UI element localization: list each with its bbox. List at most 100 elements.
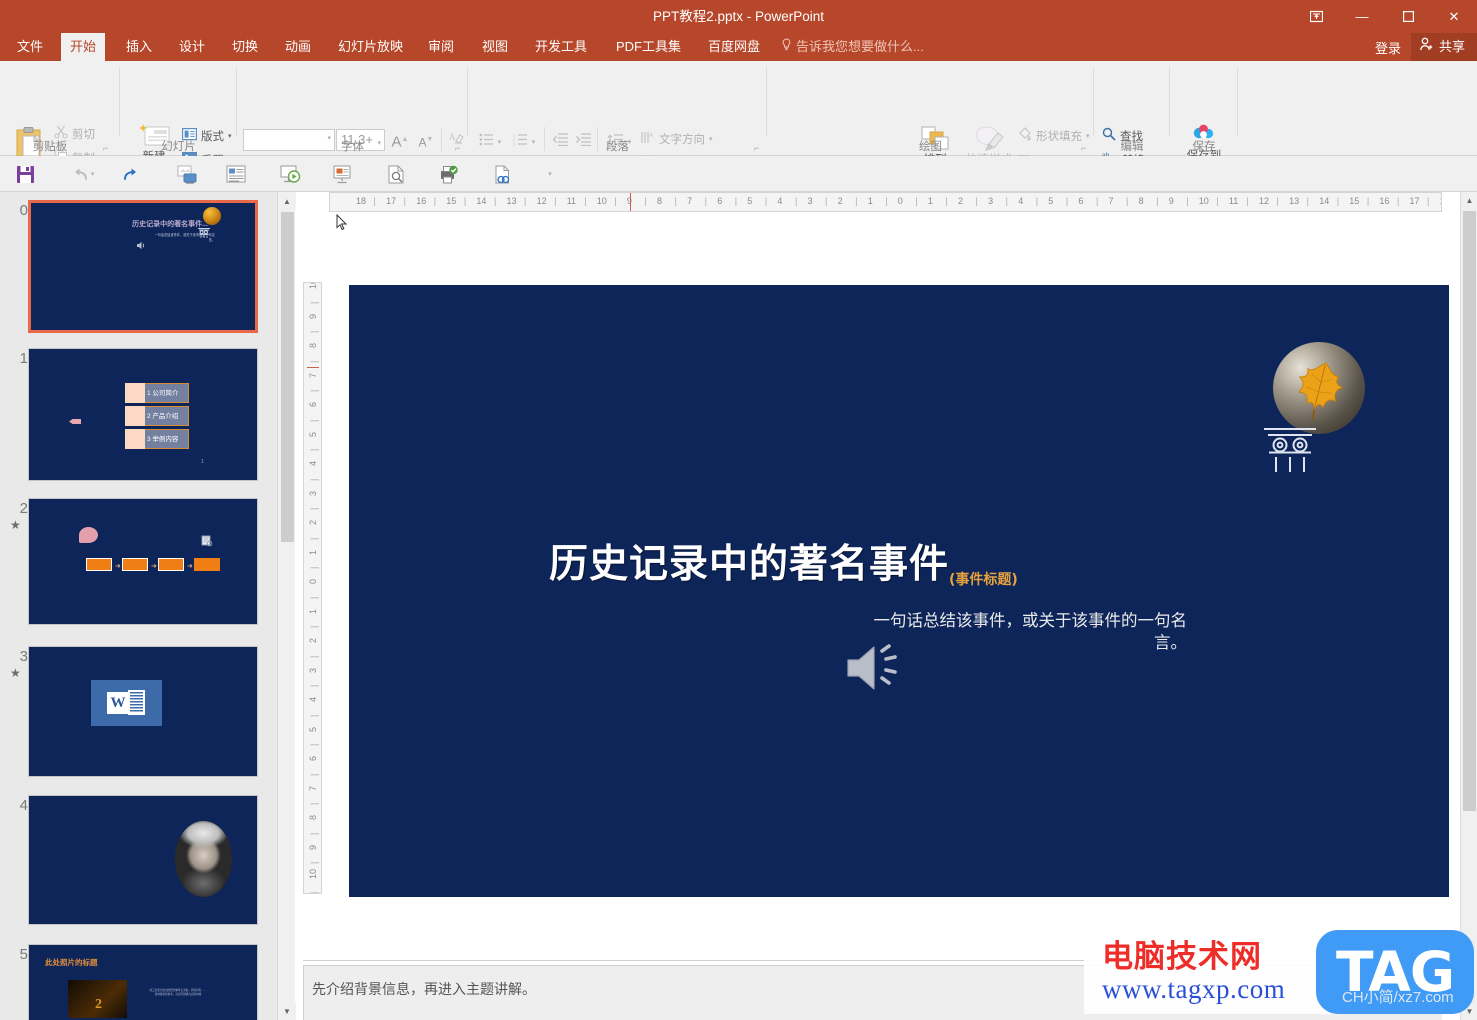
redo-icon[interactable]: [118, 162, 142, 186]
outline-view-icon[interactable]: [224, 162, 248, 186]
ruler-tick-label: 8: [308, 342, 318, 348]
slide-title-text[interactable]: 历史记录中的著名事件(事件标题): [549, 533, 1109, 589]
clipboard-dialog-launcher[interactable]: ⌐: [103, 144, 112, 153]
font-dialog-launcher[interactable]: ⌐: [455, 144, 464, 153]
tab-design[interactable]: 设计: [170, 33, 214, 61]
ruler-tick-label: 2: [837, 196, 843, 206]
paragraph-dialog-launcher[interactable]: ⌐: [754, 144, 763, 153]
ruler-tick-mark: |: [915, 196, 918, 206]
ruler-tick-label: 6: [308, 401, 318, 407]
thumb-title: 此处照片的标题: [45, 958, 98, 967]
ruler-tick-label: 3: [807, 196, 813, 206]
slide-preview[interactable]: W: [28, 646, 258, 777]
scroll-up-icon[interactable]: ▲: [1461, 192, 1477, 209]
tab-insert[interactable]: 插入: [117, 33, 161, 61]
ruler-tick-label: 0: [308, 578, 318, 584]
tab-animations[interactable]: 动画: [276, 33, 320, 61]
thumb-speaker-icon: [136, 240, 147, 254]
group-label-slides: 幻灯片: [161, 141, 196, 153]
title-bar: PPT教程2.pptx - PowerPoint — ✕: [0, 0, 1477, 33]
minimize-button[interactable]: —: [1339, 0, 1385, 33]
ruler-tick-mark: |: [1216, 196, 1219, 206]
hyperlink-document-icon[interactable]: [490, 162, 514, 186]
slideshow-from-start-icon[interactable]: [278, 162, 302, 186]
slide-title-note: (事件标题): [949, 572, 1018, 588]
share-label: 共享: [1438, 39, 1465, 54]
share-button[interactable]: 共享: [1410, 33, 1477, 61]
ruler-tick-mark: |: [1306, 196, 1309, 206]
present-slideshow-icon[interactable]: [330, 162, 354, 186]
share-person-icon: [1419, 33, 1434, 61]
scrollbar-thumb[interactable]: [281, 212, 294, 542]
print-check-icon[interactable]: [436, 162, 460, 186]
ruler-tick-label: 3: [308, 490, 318, 496]
tab-transitions[interactable]: 切换: [223, 33, 267, 61]
group-clipboard: 粘贴 ▾ 剪切 复制 ▾ 格式刷 剪: [0, 61, 120, 189]
slide-thumbnail-pane[interactable]: 0 历史记录中的著名事件... 一句话总结该事件，或关于该事件的一句名言。 1 …: [0, 192, 295, 1020]
ribbon-home: 粘贴 ▾ 剪切 复制 ▾ 格式刷 剪: [0, 61, 1477, 195]
tell-me-box[interactable]: 告诉我您想要做什么...: [772, 33, 933, 61]
tab-slideshow[interactable]: 幻灯片放映: [329, 33, 412, 61]
thumb-portrait-photo: [175, 821, 232, 897]
notes-text[interactable]: 先介绍背景信息，再进入主题讲解。: [312, 979, 536, 999]
ruler-tick-mark: |: [554, 196, 557, 206]
slide-preview[interactable]: 1 公司简介 2 产品介绍 3 举例内容 1: [28, 348, 258, 481]
ruler-tick-mark: |: [1396, 196, 1400, 206]
ionic-column-icon[interactable]: [1261, 425, 1319, 476]
ruler-tick-mark: |: [309, 448, 319, 452]
lightbulb-icon: [781, 33, 792, 61]
scroll-down-icon[interactable]: ▼: [278, 1002, 296, 1020]
ruler-tick-label: 1: [867, 196, 873, 206]
ruler-tick-label: 16: [1379, 196, 1390, 206]
ruler-tick-label: 7: [687, 196, 693, 206]
save-icon[interactable]: [13, 162, 37, 186]
ruler-tick-mark: |: [309, 743, 319, 747]
thumbnail-scrollbar[interactable]: ▲ ▼: [277, 192, 296, 1020]
group-label-drawing: 绘图: [919, 141, 942, 153]
slide-preview[interactable]: [28, 795, 258, 925]
tab-baidu-netdisk[interactable]: 百度网盘: [699, 33, 769, 61]
main-vertical-scrollbar[interactable]: ▲ ▼: [1460, 192, 1477, 1020]
maximize-button[interactable]: [1385, 0, 1431, 33]
sign-in-link[interactable]: 登录: [1365, 38, 1411, 57]
undo-chevron-down-icon[interactable]: ▾: [91, 170, 95, 178]
ruler-tick-mark: |: [1186, 196, 1189, 206]
ruler-tick-label: 8: [657, 196, 663, 206]
close-button[interactable]: ✕: [1431, 0, 1477, 33]
thumb-item-3: 3 举例内容: [147, 436, 179, 443]
ruler-tick-mark: |: [855, 196, 858, 206]
ruler-tick-label: 13: [506, 196, 517, 206]
start-from-current-slide-icon[interactable]: [175, 162, 199, 186]
watermark-site-name: 电脑技术网: [1102, 939, 1262, 975]
ruler-tick-mark: |: [644, 196, 647, 206]
ruler-tick-label: 11: [566, 196, 577, 206]
tab-file[interactable]: 文件: [8, 33, 52, 61]
group-paragraph: ▾ 123 ▾ ▾ A 文字方向 ▾ 段落 ⌐: [468, 61, 767, 194]
ruler-tick-mark: |: [1427, 196, 1430, 206]
slide-preview[interactable]: ➜ ➜ ➜: [28, 498, 258, 625]
slide-editing-canvas[interactable]: 历史记录中的著名事件(事件标题) 一句话总结该事件，或关于该事件的一句名言。: [349, 285, 1449, 897]
ruler-tick-mark: |: [309, 537, 319, 540]
slide-subtitle-text[interactable]: 一句话总结该事件，或关于该事件的一句名言。: [859, 610, 1188, 654]
ruler-tick-mark: |: [1336, 196, 1340, 206]
ruler-tick-mark: |: [1366, 196, 1370, 206]
ruler-tick-label: 10: [1198, 196, 1209, 206]
ribbon-display-options-icon[interactable]: [1293, 0, 1339, 33]
print-preview-icon[interactable]: [384, 162, 408, 186]
tab-view[interactable]: 视图: [473, 33, 517, 61]
ruler-tick-label: 2: [308, 637, 318, 643]
slide-preview[interactable]: 历史记录中的著名事件... 一句话总结该事件，或关于该事件的一句名言。: [28, 200, 258, 333]
scrollbar-thumb[interactable]: [1463, 211, 1476, 811]
leaf-photo[interactable]: [1273, 342, 1365, 434]
slide-preview[interactable]: 此处照片的标题 2 前三名皆为杰出的历史事件记录者，同时具有…… 该内容仅供参考，…: [28, 944, 258, 1020]
tab-review[interactable]: 审阅: [419, 33, 463, 61]
drawing-dialog-launcher[interactable]: ⌐: [1081, 144, 1090, 153]
customize-qat-chevron-down-icon[interactable]: ▾: [548, 170, 552, 178]
ruler-tick-label: 6: [308, 755, 318, 761]
speaker-icon[interactable]: [844, 642, 902, 697]
scroll-up-icon[interactable]: ▲: [278, 192, 296, 210]
tab-pdf-tools[interactable]: PDF工具集: [607, 33, 690, 61]
tab-developer[interactable]: 开发工具: [526, 33, 596, 61]
tab-home[interactable]: 开始: [61, 33, 106, 61]
horizontal-ruler: 18|17|16|15|14|13|12|11|10|9|8|7|6|5|4|3…: [329, 192, 1442, 212]
